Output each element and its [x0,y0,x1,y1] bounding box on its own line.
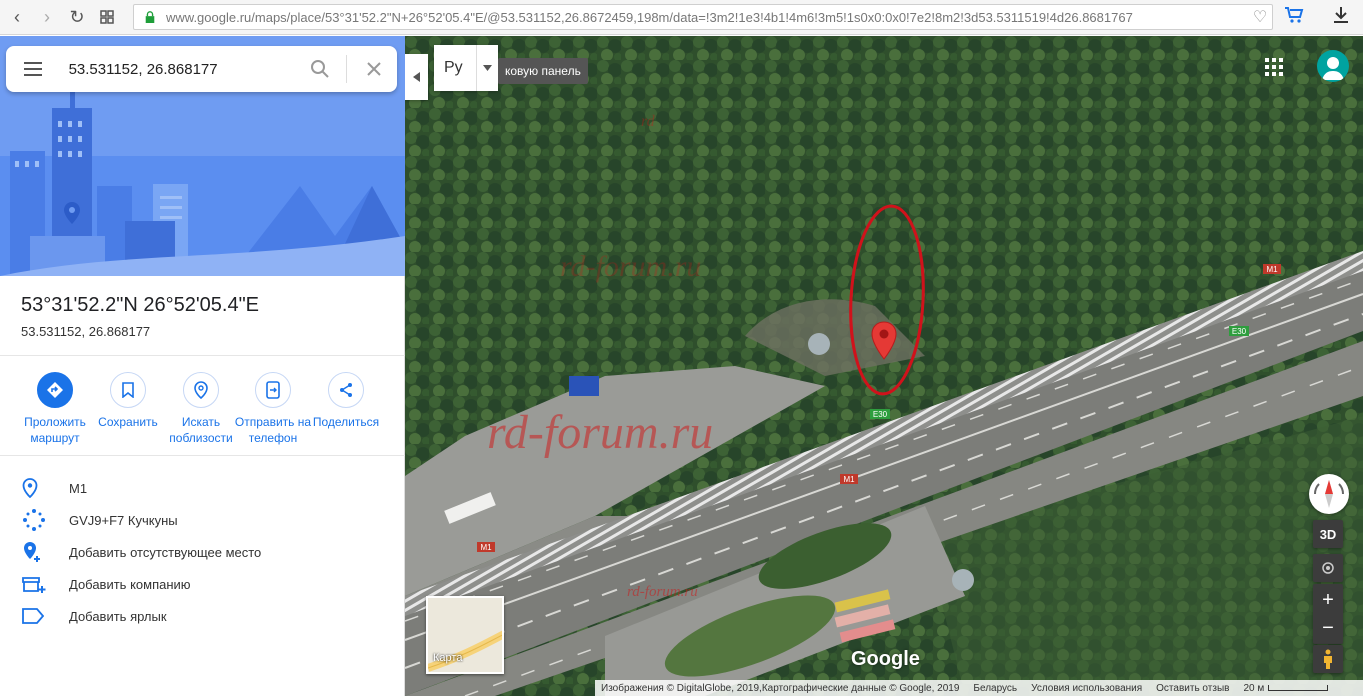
zoom-in-button[interactable]: + [1322,586,1334,614]
reload-icon[interactable]: ↻ [64,4,90,30]
search-icon[interactable] [297,46,343,92]
road-label-m1: M1 [1266,265,1278,274]
country-link[interactable]: Беларусь [973,683,1017,694]
scale-label: 20 м [1243,682,1265,694]
language-code: Ру [444,59,463,76]
watermark-tiny: rd [641,113,656,130]
menu-icon[interactable] [6,46,60,92]
forward-icon[interactable]: › [34,4,60,30]
nearby-icon [183,372,219,408]
my-location-icon [1322,562,1334,574]
my-location-button[interactable] [1313,554,1343,582]
chevron-down-icon[interactable] [476,45,498,91]
road-label-e30: E30 [1232,327,1247,336]
minimap-label: Карта [433,652,463,664]
address-bar[interactable]: www.google.ru/maps/place/53°31'52.2"N+26… [133,4,1273,30]
road-label-m1-3: M1 [480,543,492,552]
watermark-small: rd-forum.ru [627,584,698,600]
3d-toggle-button[interactable]: 3D [1313,520,1343,548]
map-footer: Изображения © DigitalGlobe, 2019,Картогр… [595,680,1363,696]
avatar[interactable] [1317,50,1349,82]
place-title: 53°31'52.2"N 26°52'05.4"E [21,294,260,316]
directions-button[interactable]: Проложить маршрут [16,372,94,446]
watermark-large: rd-forum.ru [487,406,713,459]
info-plus-code-text: GVJ9+F7 Кучкуны [69,512,178,528]
chevron-left-icon [412,72,420,82]
info-road-text: M1 [69,480,88,496]
info-row-add-label[interactable]: Добавить ярлык [0,600,405,632]
url-text[interactable]: www.google.ru/maps/place/53°31'52.2"N+26… [166,10,1248,25]
tabs-grid-icon[interactable] [94,4,120,30]
download-icon[interactable] [1333,6,1349,29]
bookmark-heart-icon[interactable]: ♡ [1248,7,1272,27]
info-add-label-text: Добавить ярлык [69,608,167,624]
save-label: Сохранить [98,415,158,429]
plus-code-icon [0,508,69,532]
divider [0,355,405,356]
terms-link[interactable]: Условия использования [1031,683,1142,694]
side-panel: 53°31'52.2"N 26°52'05.4"E 53.531152, 26.… [0,36,405,696]
info-row-road[interactable]: M1 [0,472,405,504]
apps-grid-icon[interactable] [1265,58,1283,81]
save-button[interactable]: Сохранить [89,372,167,430]
search-divider [346,55,348,83]
info-list: M1 GVJ9+F7 Кучкуны Добавить отсутствующе… [0,472,405,632]
share-label: Поделиться [312,415,380,429]
browser-toolbar: ‹ › ↻ www.google.ru/maps/place/53°31'52.… [0,0,1363,35]
user-icon [1322,57,1344,80]
scale-bar[interactable]: 20 м [1243,682,1329,694]
nearby-button[interactable]: Искать поблизости [162,372,240,446]
phone-icon [255,372,291,408]
google-logo: Google [851,648,920,670]
bookmark-icon [110,372,146,408]
info-add-place-text: Добавить отсутствующее место [69,544,262,560]
nearby-label: Искать поблизости [169,415,233,445]
info-add-business-text: Добавить компанию [69,576,191,592]
hero-illustration [0,36,405,276]
map-type-toggle[interactable]: Карта [426,596,504,674]
search-input[interactable] [68,60,297,78]
search-box [6,46,397,92]
send-to-phone-label: Отправить на телефон [234,415,312,445]
action-bar: Проложить маршрут Сохранить Искать побли… [0,372,405,456]
label-icon [0,608,69,624]
close-icon[interactable] [351,46,397,92]
add-business-icon [0,574,69,594]
road-label-m1-2: M1 [843,475,855,484]
info-row-add-business[interactable]: Добавить компанию [0,568,405,600]
zoom-control: + − [1313,584,1343,644]
send-to-phone-button[interactable]: Отправить на телефон [234,372,312,446]
lock-icon [145,11,155,23]
street-view-pegman-icon[interactable] [1313,645,1343,673]
share-button[interactable]: Поделиться [307,372,385,430]
collapse-panel-button[interactable] [405,54,428,100]
zoom-out-button[interactable]: − [1322,614,1334,642]
add-place-icon [0,541,69,563]
place-subtitle: 53.531152, 26.868177 [21,324,151,339]
directions-icon [37,372,73,408]
directions-label: Проложить маршрут [24,415,86,445]
language-selector[interactable]: Ру [434,45,498,91]
cart-icon[interactable] [1284,6,1304,29]
pin-icon [0,478,69,498]
road-label-e30-2: E30 [873,410,888,419]
info-row-add-place[interactable]: Добавить отсутствующее место [0,536,405,568]
watermark-faint: rd-forum.ru [560,250,701,283]
imagery-credit: Изображения © DigitalGlobe, 2019,Картогр… [601,682,960,694]
info-row-plus-code[interactable]: GVJ9+F7 Кучкуны [0,504,405,536]
satellite-imagery: M1 E30 E30 M1 M1 rd-forum.ru rd-forum.ru… [405,36,1363,696]
divider [0,455,405,456]
feedback-link[interactable]: Оставить отзыв [1156,683,1229,694]
compass-icon[interactable] [1309,474,1349,514]
location-marker-icon[interactable] [870,321,898,361]
map-canvas[interactable]: M1 E30 E30 M1 M1 rd-forum.ru rd-forum.ru… [405,36,1363,696]
share-icon [328,372,364,408]
back-icon[interactable]: ‹ [4,4,30,30]
scale-line [1268,684,1329,691]
tooltip: ковую панель [498,58,588,84]
